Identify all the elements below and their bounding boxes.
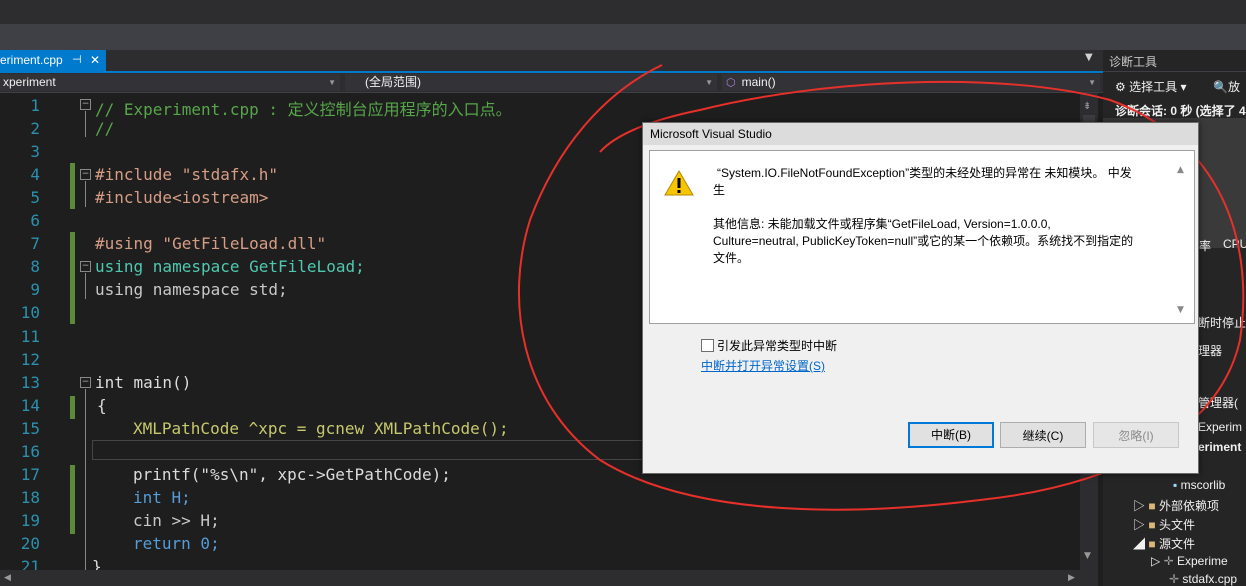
- exception-dialog: Microsoft Visual Studio “System.IO.FileN…: [642, 122, 1199, 474]
- exception-message-cont: 生: [713, 183, 726, 197]
- additional-info: 其他信息: 未能加载文件或程序集“GetFileLoad, Version=1.…: [713, 217, 1051, 231]
- break-on-exception-checkbox[interactable]: 引发此异常类型时中断: [701, 337, 837, 354]
- checkbox[interactable]: [701, 339, 714, 352]
- checkbox-label: 引发此异常类型时中断: [717, 339, 838, 353]
- additional-info-3: 文件。: [713, 251, 750, 265]
- scroll-up-icon[interactable]: ▲: [1177, 165, 1184, 175]
- break-button[interactable]: 中断(B): [908, 422, 994, 448]
- dialog-message-box: “System.IO.FileNotFoundException”类型的未经处理…: [649, 150, 1195, 324]
- additional-info-2: Culture=neutral, PublicKeyToken=null”或它的…: [713, 234, 1134, 248]
- open-exception-settings-link[interactable]: 中断并打开异常设置(S): [701, 357, 825, 374]
- continue-button[interactable]: 继续(C): [1000, 422, 1086, 448]
- exception-message: “System.IO.FileNotFoundException”类型的未经处理…: [717, 166, 1132, 180]
- dialog-title: Microsoft Visual Studio: [643, 123, 1198, 145]
- warning-icon: [664, 170, 694, 196]
- ignore-button[interactable]: 忽略(I): [1093, 422, 1179, 448]
- scroll-down-icon[interactable]: ▼: [1177, 305, 1184, 315]
- message-scrollbar[interactable]: ▲ ▼: [1171, 151, 1193, 323]
